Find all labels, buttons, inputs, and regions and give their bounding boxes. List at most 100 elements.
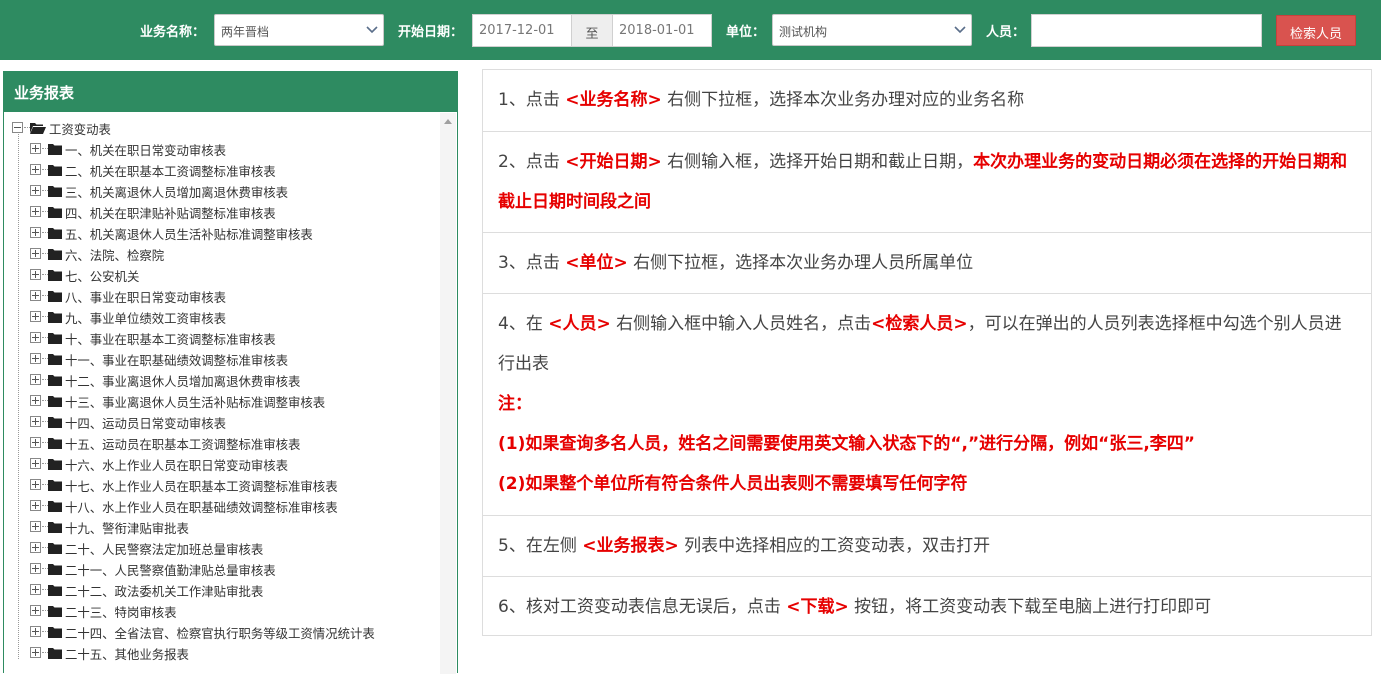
expand-toggle-icon[interactable] <box>30 437 41 448</box>
person-label: 人员： <box>986 25 1026 40</box>
expand-toggle-icon[interactable] <box>30 290 41 301</box>
step-text: 2、点击 <box>498 152 566 172</box>
tree-item-label: 十四、运动员日常变动审核表 <box>65 416 227 431</box>
tree-item-label: 九、事业单位绩效工资审核表 <box>65 311 227 326</box>
expand-toggle-icon[interactable] <box>30 500 41 511</box>
folder-icon <box>48 164 62 179</box>
folder-icon <box>48 542 62 557</box>
scroll-up-icon[interactable] <box>444 119 452 124</box>
step-keyword: <业务名称> <box>565 90 662 110</box>
step-text: 按钮，将工资变动表下载至电脑上进行打印即可 <box>848 597 1212 617</box>
expand-toggle-icon[interactable] <box>30 185 41 196</box>
step-text: 右侧下拉框，选择本次业务办理人员所属单位 <box>627 253 974 273</box>
expand-toggle-icon[interactable] <box>30 353 41 364</box>
expand-toggle-icon[interactable] <box>30 164 41 175</box>
instruction-step-5: 5、在左侧 <业务报表> 列表中选择相应的工资变动表，双击打开 <box>483 516 1371 577</box>
folder-icon <box>48 248 62 263</box>
step-keyword: <检索人员> <box>871 314 968 334</box>
folder-icon <box>48 500 62 515</box>
folder-icon <box>48 185 62 200</box>
step-text: 右侧输入框中输入人员姓名，点击 <box>610 314 872 334</box>
tree-item-label: 五、机关离退休人员生活补贴标准调整审核表 <box>65 227 313 242</box>
expand-toggle-icon[interactable] <box>30 416 41 427</box>
tree-item-label: 六、法院、检察院 <box>65 248 165 263</box>
tree-item-label: 二十三、特岗审核表 <box>65 605 177 620</box>
folder-icon <box>48 311 62 326</box>
unit-label: 单位： <box>726 25 766 40</box>
tree-item-label: 十三、事业离退休人员生活补贴标准调整审核表 <box>65 395 326 410</box>
expand-toggle-icon[interactable] <box>30 311 41 322</box>
tree-item-label: 二十一、人民警察值勤津贴总量审核表 <box>65 563 276 578</box>
folder-icon <box>48 332 62 347</box>
expand-toggle-icon[interactable] <box>30 542 41 553</box>
tree-item-label: 十九、警衔津贴审批表 <box>65 521 189 536</box>
business-name-select[interactable]: 两年晋档 <box>214 14 384 46</box>
folder-icon <box>48 290 62 305</box>
expand-toggle-icon[interactable] <box>30 521 41 532</box>
tree-item-label: 十八、水上作业人员在职基础绩效调整标准审核表 <box>65 500 338 515</box>
step-text: 1、点击 <box>498 90 566 110</box>
note-1: (1)如果查询多名人员，姓名之间需要使用英文输入状态下的“,”进行分隔，例如“张… <box>498 434 1195 454</box>
folder-icon <box>48 143 62 158</box>
expand-toggle-icon[interactable] <box>30 332 41 343</box>
step-keyword: <人员> <box>548 314 611 334</box>
folder-icon <box>48 626 62 641</box>
step-text: 3、点击 <box>498 253 566 273</box>
unit-select[interactable]: 测试机构 <box>772 14 972 46</box>
tree-item-label: 八、事业在职日常变动审核表 <box>65 290 227 305</box>
expand-toggle-icon[interactable] <box>30 647 41 658</box>
expand-toggle-icon[interactable] <box>30 479 41 490</box>
person-input[interactable] <box>1031 14 1262 47</box>
step-text: 5、在左侧 <box>498 536 583 556</box>
tree-item-label: 四、机关在职津贴补贴调整标准审核表 <box>65 206 276 221</box>
expand-toggle-icon[interactable] <box>30 605 41 616</box>
tree-item-label: 十六、水上作业人员在职日常变动审核表 <box>65 458 289 473</box>
tree-item-label: 二十、人民警察法定加班总量审核表 <box>65 542 264 557</box>
step-text: 右侧下拉框，选择本次业务办理对应的业务名称 <box>661 90 1025 110</box>
instruction-step-2: 2、点击 <开始日期> 右侧输入框，选择开始日期和截止日期，本次办理业务的变动日… <box>483 132 1371 233</box>
chevron-down-icon <box>949 15 971 45</box>
step-text: 列表中选择相应的工资变动表，双击打开 <box>678 536 991 556</box>
search-person-button[interactable]: 检索人员 <box>1276 15 1356 46</box>
collapse-toggle-icon[interactable] <box>12 122 23 133</box>
filter-toolbar: 业务名称： 两年晋档 开始日期： 2017-12-01 至 2018-01-01… <box>0 0 1381 60</box>
expand-toggle-icon[interactable] <box>30 458 41 469</box>
expand-toggle-icon[interactable] <box>30 206 41 217</box>
expand-toggle-icon[interactable] <box>30 626 41 637</box>
tree-item-label: 十七、水上作业人员在职基本工资调整标准审核表 <box>65 479 338 494</box>
step-keyword: <业务报表> <box>582 536 679 556</box>
folder-icon <box>48 563 62 578</box>
step-keyword: <开始日期> <box>565 152 662 172</box>
expand-toggle-icon[interactable] <box>30 248 41 259</box>
folder-icon <box>48 437 62 452</box>
tree-item-label: 十二、事业离退休人员增加离退休费审核表 <box>65 374 301 389</box>
step-keyword: <下载> <box>786 597 849 617</box>
expand-toggle-icon[interactable] <box>30 563 41 574</box>
expand-toggle-icon[interactable] <box>30 143 41 154</box>
tree-guide-line <box>18 134 19 659</box>
report-tree: 工资变动表 一、机关在职日常变动审核表 二、机关在职基本工资调整标准审核表 三、机关离… <box>4 113 441 674</box>
tree-item-label: 二十五、其他业务报表 <box>65 647 189 662</box>
tree-item-label: 十一、事业在职基础绩效调整标准审核表 <box>65 353 289 368</box>
tree-item-label: 工资变动表 <box>49 122 111 137</box>
tree-item-label: 二十四、全省法官、检察官执行职务等级工资情况统计表 <box>65 626 375 641</box>
step-text: 右侧输入框，选择开始日期和截止日期， <box>661 152 974 172</box>
start-date-input[interactable]: 2017-12-01 <box>472 14 572 47</box>
tree-scrollbar[interactable] <box>440 113 456 674</box>
folder-icon <box>48 395 62 410</box>
expand-toggle-icon[interactable] <box>30 395 41 406</box>
expand-toggle-icon[interactable] <box>30 227 41 238</box>
business-name-label: 业务名称： <box>140 25 206 40</box>
expand-toggle-icon[interactable] <box>30 269 41 280</box>
folder-icon <box>48 584 62 599</box>
note-title: 注： <box>498 394 532 414</box>
expand-toggle-icon[interactable] <box>30 584 41 595</box>
folder-icon <box>48 521 62 536</box>
tree-item-label: 十五、运动员在职基本工资调整标准审核表 <box>65 437 301 452</box>
folder-icon <box>48 353 62 368</box>
expand-toggle-icon[interactable] <box>30 374 41 385</box>
folder-icon <box>48 374 62 389</box>
end-date-input[interactable]: 2018-01-01 <box>612 14 712 47</box>
instruction-step-4: 4、在 <人员> 右侧输入框中输入人员姓名，点击<检索人员>，可以在弹出的人员列… <box>483 294 1371 516</box>
step-text: 4、在 <box>498 314 549 334</box>
